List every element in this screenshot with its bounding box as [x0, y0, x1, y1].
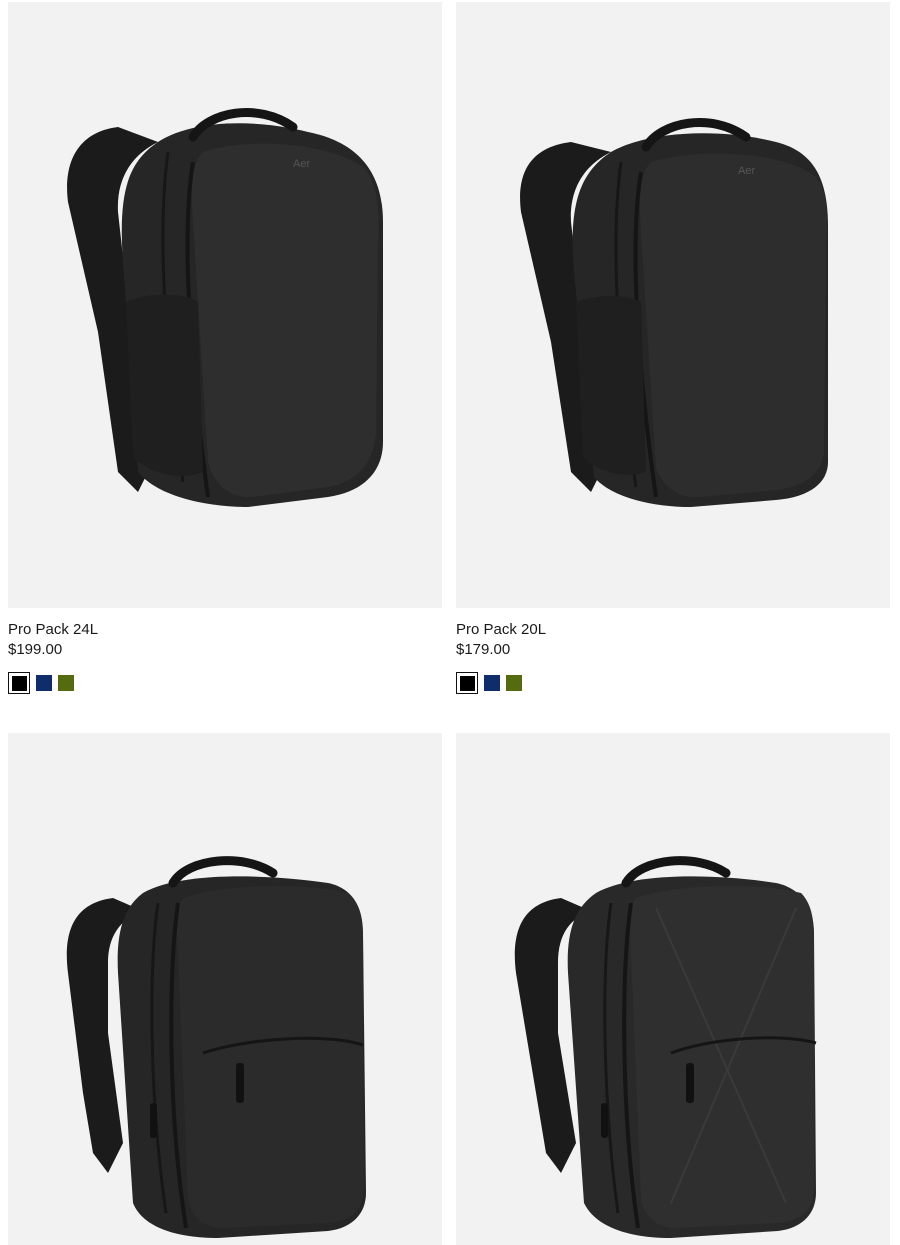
product-price: $179.00 — [456, 641, 511, 658]
color-swatches — [456, 672, 890, 694]
product-image[interactable]: Aer — [456, 2, 890, 608]
product-image[interactable] — [8, 733, 442, 1245]
swatch-navy[interactable] — [36, 675, 52, 691]
swatch-olive[interactable] — [58, 675, 74, 691]
product-grid: Aer Pro Pack 24L $199.00 Aer Pro Pack 20 — [0, 0, 900, 1245]
product-name[interactable]: Pro Pack 24L — [8, 620, 98, 640]
product-card: Aer Pro Pack 20L $179.00 — [456, 2, 890, 694]
swatch-black[interactable] — [8, 672, 30, 694]
backpack-image — [66, 856, 366, 1238]
product-card — [456, 733, 890, 1245]
svg-text:Aer: Aer — [738, 165, 755, 177]
color-swatches — [8, 672, 442, 694]
backpack-image — [514, 856, 817, 1238]
product-price: $199.00 — [8, 641, 63, 658]
product-image[interactable]: Aer — [8, 2, 442, 608]
swatch-black[interactable] — [456, 672, 478, 694]
product-image[interactable] — [456, 733, 890, 1245]
svg-text:Aer: Aer — [293, 158, 310, 170]
product-card — [8, 733, 442, 1245]
backpack-image: Aer — [67, 108, 384, 508]
swatch-olive[interactable] — [506, 675, 522, 691]
backpack-image: Aer — [520, 118, 828, 508]
product-name[interactable]: Pro Pack 20L — [456, 620, 546, 640]
swatch-navy[interactable] — [484, 675, 500, 691]
product-card: Aer Pro Pack 24L $199.00 — [8, 2, 442, 694]
